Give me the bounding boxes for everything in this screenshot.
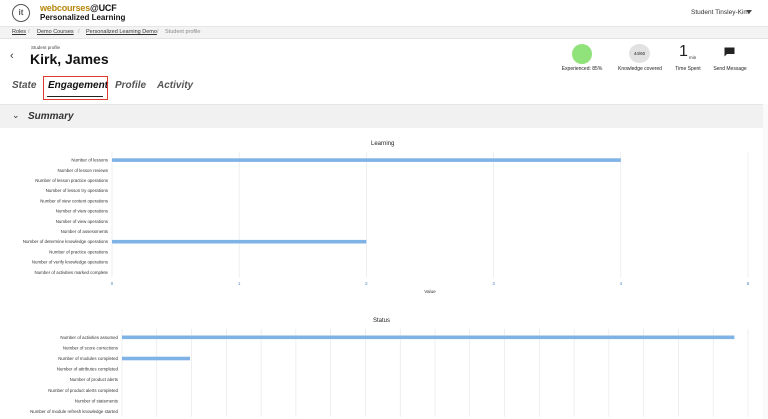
category-label: Number of lessons [71, 158, 108, 163]
experienced-indicator [572, 44, 592, 64]
breadcrumb-personalized-learning-demo[interactable]: Personalized Learning Demo [86, 29, 157, 35]
tick-label: 2 [365, 281, 368, 286]
category-label: Number of lesson practice operations [35, 178, 109, 183]
category-label: Number of activities assumed [60, 335, 118, 340]
category-label: Number of view content operations [40, 198, 109, 203]
tab-state[interactable]: State [12, 80, 36, 91]
profile-label: Student profile [31, 45, 61, 50]
top-bar: it webcourses@UCF Personalized Learning … [0, 0, 768, 27]
category-label: Number of lesson try operations [46, 188, 109, 193]
bar [122, 335, 735, 340]
category-label: Number of product alerts [70, 377, 119, 382]
breadcrumb-separator: / [28, 29, 30, 35]
tick-label: 0 [111, 281, 114, 286]
knowledge-covered-value: 44/60 [629, 44, 650, 63]
breadcrumb-separator: / [78, 29, 80, 35]
chat-icon[interactable] [724, 47, 735, 57]
tab-highlight-box [43, 76, 108, 100]
breadcrumb-roles[interactable]: Roles [12, 29, 26, 35]
category-label: Number of score corrections [63, 345, 119, 350]
category-label: Number of module refresh knowledge start… [30, 409, 118, 414]
tick-label: 3 [492, 281, 495, 286]
category-label: Number of statements [75, 398, 119, 403]
category-label: Number of view operations [56, 209, 109, 214]
breadcrumb-student-profile: Student profile [165, 29, 201, 35]
category-label: Number of determine knowledge operations [23, 239, 109, 244]
bar [112, 158, 621, 162]
breadcrumb-separator: / [157, 29, 159, 35]
category-label: Number of practice operations [49, 249, 109, 254]
summary-section-header[interactable]: ⌄ Summary [0, 104, 768, 128]
category-label: Number of attributes completed [57, 367, 119, 372]
user-menu[interactable]: Student Tinsley-Kim [691, 9, 749, 16]
time-spent-unit: min [689, 55, 697, 60]
chevron-down-icon[interactable]: ⌄ [12, 110, 20, 121]
tick-label: 1 [238, 281, 241, 286]
status-chart-title: Status [373, 318, 391, 324]
time-spent-value: 1 [679, 43, 688, 60]
back-arrow-icon[interactable]: ‹ [10, 50, 20, 62]
scrollbar[interactable] [763, 104, 768, 419]
learning-chart-title: Learning [371, 141, 395, 147]
app-logo-icon[interactable]: it [12, 4, 30, 22]
bar [122, 356, 191, 361]
status-chart: Number of activities assumed Number of sc… [30, 329, 749, 417]
brand-title: webcourses@UCF [40, 3, 117, 13]
chevron-down-icon[interactable] [746, 10, 752, 14]
category-label: Number of activities marked complete [35, 270, 109, 275]
category-label: Number of lesson reviews [57, 168, 108, 173]
bar [112, 239, 367, 244]
tab-profile[interactable]: Profile [115, 80, 146, 91]
tick-label: 5 [747, 281, 750, 286]
tab-activity[interactable]: Activity [157, 80, 193, 91]
breadcrumb-demo-courses[interactable]: Demo Courses [37, 29, 74, 35]
send-message-label: Send Message [713, 66, 747, 72]
category-label: Number of view operations [56, 219, 109, 224]
brand-subtitle: Personalized Learning [40, 13, 126, 22]
category-label: Number of modules completed [58, 356, 118, 361]
learning-chart: Number of lessons Number of lesson review… [23, 152, 750, 294]
tick-label: 4 [620, 281, 623, 286]
x-axis-label: Value [424, 289, 436, 294]
category-label: Number of assessments [61, 229, 109, 234]
tab-bar: State Engagement Profile Activity [0, 74, 768, 104]
category-label: Number of verify knowledge operations [32, 260, 109, 265]
category-label: Number of product alerts completed [48, 388, 118, 393]
summary-title: Summary [28, 111, 74, 122]
breadcrumb: Roles / Demo Courses / Personalized Lear… [0, 27, 768, 39]
student-name: Kirk, James [30, 51, 109, 67]
